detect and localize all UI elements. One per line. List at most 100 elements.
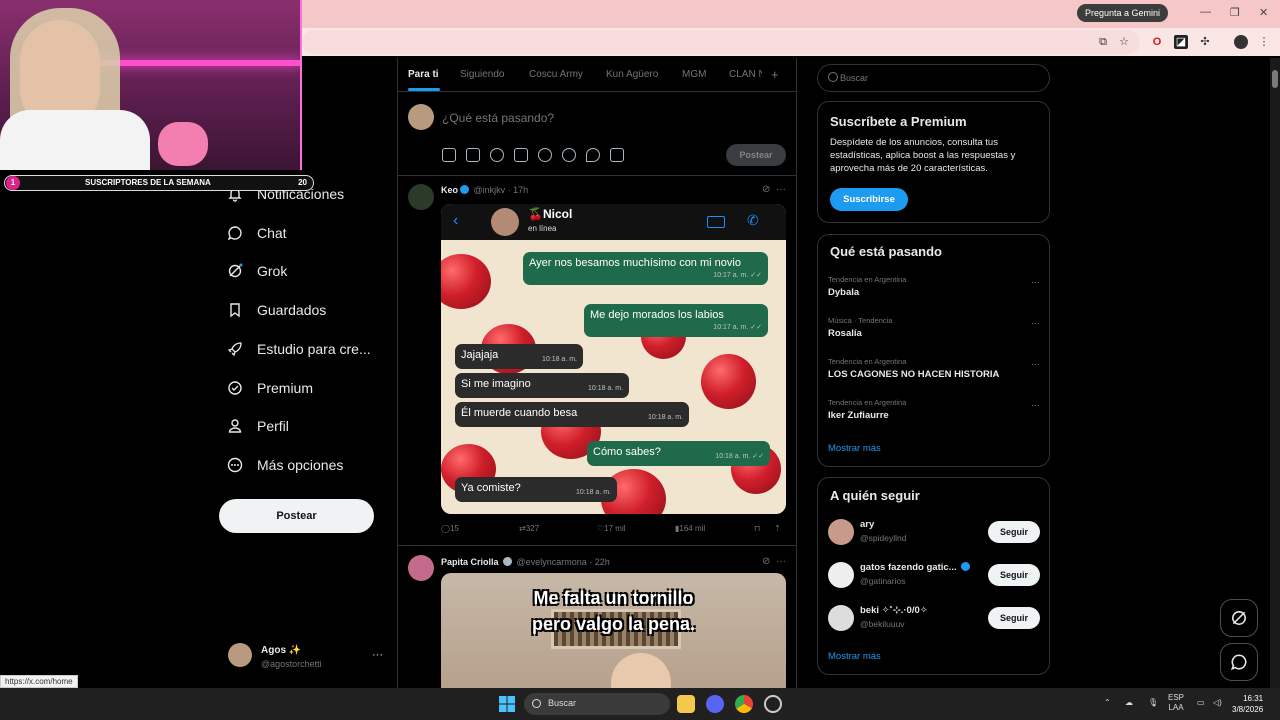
discord-icon[interactable]: [706, 695, 724, 713]
clock-time: 16:31: [1243, 694, 1264, 703]
tweet-image-meme[interactable]: Me falta un tornillo pero valgo la pena.: [441, 573, 786, 688]
windows-start-icon[interactable]: [499, 696, 515, 712]
nav-premium[interactable]: Premium: [226, 376, 313, 400]
compose-input[interactable]: ¿Qué está pasando?: [442, 111, 554, 125]
minimize-icon[interactable]: —: [1200, 6, 1211, 18]
share-icon[interactable]: ⇡: [774, 524, 781, 533]
location-icon[interactable]: [586, 148, 600, 162]
taskbar-search[interactable]: Buscar: [524, 693, 670, 715]
flag-icon[interactable]: [610, 148, 624, 162]
bookmark-star-icon[interactable]: ☆: [1117, 35, 1131, 49]
bookmark-icon: [226, 301, 244, 319]
tweet-author[interactable]: Papita Criolla: [441, 557, 499, 567]
gemini-button[interactable]: Pregunta a Gemini: [1077, 4, 1169, 22]
nav-more-options[interactable]: Más opciones: [226, 453, 343, 477]
verified-badge-icon: [961, 562, 971, 571]
tab-mgm[interactable]: MGM: [682, 69, 706, 80]
schedule-icon[interactable]: [562, 148, 576, 162]
follow-button[interactable]: Seguir: [988, 564, 1040, 586]
trend-item[interactable]: Música · Tendencia Rosalía ···: [828, 316, 1040, 339]
tab-coscu-army[interactable]: Coscu Army: [529, 69, 583, 80]
language-indicator[interactable]: ESP LAA: [1168, 693, 1184, 713]
url-field[interactable]: [302, 30, 1140, 54]
trend-item[interactable]: Tendencia en Argentina Iker Zufiaurre ··…: [828, 398, 1040, 421]
trend-more-icon[interactable]: ···: [1031, 400, 1040, 410]
grok-explain-icon[interactable]: ⊘: [762, 184, 770, 195]
page-scrollbar[interactable]: [1270, 58, 1280, 688]
avatar[interactable]: [408, 555, 434, 581]
tray-chevron-icon[interactable]: ⌃: [1104, 698, 1111, 707]
avatar[interactable]: [828, 562, 854, 588]
trend-item[interactable]: Tendencia en Argentina Dybala ···: [828, 275, 1040, 298]
emoji-icon[interactable]: [538, 148, 552, 162]
taskbar: Buscar ⌃ ☁ 🎙 ESP LAA ▭ ◁) 16:31 3/8/2026: [0, 688, 1280, 720]
image-icon[interactable]: [442, 148, 456, 162]
gif-icon[interactable]: [466, 148, 480, 162]
follow-item[interactable]: beki ✧˚⊹.·0/0✧ @bekiluuuv Seguir: [828, 604, 1040, 634]
add-tab-icon[interactable]: +: [771, 67, 779, 82]
tweet-author[interactable]: Keo: [441, 185, 458, 195]
tweet-image-chat[interactable]: ‹ 🍒Nicol en línea ✆ Ayer nos besamos muc…: [441, 204, 786, 514]
like-button[interactable]: ♡ 17 mil: [597, 524, 626, 533]
chrome-icon[interactable]: [735, 695, 753, 713]
tab-for-you[interactable]: Para ti: [408, 69, 439, 80]
extension-opera-icon[interactable]: O: [1150, 35, 1164, 49]
reply-button[interactable]: ◯ 15: [441, 524, 459, 533]
repost-button[interactable]: ⇄ 327: [519, 524, 539, 533]
tab-clan[interactable]: CLAN N: [729, 69, 762, 80]
nav-profile[interactable]: Perfil: [226, 414, 289, 438]
meme-caption-line: Me falta un tornillo: [533, 588, 694, 608]
tweet[interactable]: Keo @inkjkv · 17h ⊘ ··· ‹ 🍒Nicol en líne…: [398, 176, 796, 546]
avatar[interactable]: [408, 184, 434, 210]
grok-compose-icon[interactable]: [490, 148, 504, 162]
subscribe-button[interactable]: Suscribirse: [830, 188, 908, 211]
trend-item[interactable]: Tendencia en Argentina LOS CAGONES NO HA…: [828, 357, 1040, 380]
grok-float-button[interactable]: [1220, 599, 1258, 637]
follow-button[interactable]: Seguir: [988, 521, 1040, 543]
tab-following[interactable]: Siguiendo: [460, 69, 504, 80]
browser-menu-icon[interactable]: ⋮: [1257, 35, 1271, 49]
post-button[interactable]: Postear: [219, 499, 374, 533]
avatar[interactable]: [828, 519, 854, 545]
profile-avatar[interactable]: [1234, 35, 1248, 49]
follow-item[interactable]: ary @spideyllnd Seguir: [828, 518, 1040, 548]
taskbar-clock[interactable]: 16:31 3/8/2026: [1232, 693, 1263, 715]
account-more-icon[interactable]: ···: [372, 649, 383, 661]
follow-button[interactable]: Seguir: [988, 607, 1040, 629]
tweet[interactable]: Papita Criolla @evelyncarmona · 22h ⊘ ··…: [398, 547, 796, 688]
chat-float-button[interactable]: [1220, 643, 1258, 681]
trend-more-icon[interactable]: ···: [1031, 277, 1040, 287]
nav-creator-studio[interactable]: Estudio para cre...: [226, 337, 371, 361]
search-input[interactable]: Buscar: [817, 64, 1050, 92]
follow-item[interactable]: gatos fazendo gatic... @gatinarios Segui…: [828, 561, 1040, 591]
microphone-icon[interactable]: 🎙: [1148, 698, 1158, 707]
tweet-more-icon[interactable]: ···: [776, 556, 786, 567]
network-icon[interactable]: ▭: [1197, 698, 1205, 707]
trend-more-icon[interactable]: ···: [1031, 318, 1040, 328]
scrollbar-thumb[interactable]: [1272, 70, 1278, 88]
contact-avatar: [491, 208, 519, 236]
grok-explain-icon[interactable]: ⊘: [762, 556, 770, 567]
avatar[interactable]: [828, 605, 854, 631]
trends-show-more[interactable]: Mostrar más: [828, 443, 881, 454]
tray-app-icon[interactable]: ☁: [1125, 698, 1133, 707]
extensions-puzzle-icon[interactable]: ✣: [1198, 35, 1212, 49]
nav-chat[interactable]: Chat: [226, 221, 287, 245]
obs-icon[interactable]: [764, 695, 782, 713]
compose-post-button[interactable]: Postear: [726, 144, 786, 166]
nav-grok[interactable]: Grok: [226, 259, 287, 283]
follow-show-more[interactable]: Mostrar más: [828, 651, 881, 662]
trend-more-icon[interactable]: ···: [1031, 359, 1040, 369]
volume-icon[interactable]: ◁): [1213, 698, 1222, 707]
nav-bookmarks[interactable]: Guardados: [226, 298, 326, 322]
tweet-more-icon[interactable]: ···: [776, 184, 786, 195]
install-app-icon[interactable]: ⧉: [1096, 35, 1110, 49]
restore-icon[interactable]: ❐: [1230, 6, 1240, 19]
poll-icon[interactable]: [514, 148, 528, 162]
tab-kun-aguero[interactable]: Kun Agüero: [606, 69, 658, 80]
views-button[interactable]: ▮ 164 mil: [675, 524, 705, 533]
extension-icon[interactable]: ◪: [1174, 35, 1188, 49]
close-icon[interactable]: ✕: [1259, 6, 1268, 19]
bookmark-icon[interactable]: ⊓: [754, 524, 760, 533]
file-explorer-icon[interactable]: [677, 695, 695, 713]
